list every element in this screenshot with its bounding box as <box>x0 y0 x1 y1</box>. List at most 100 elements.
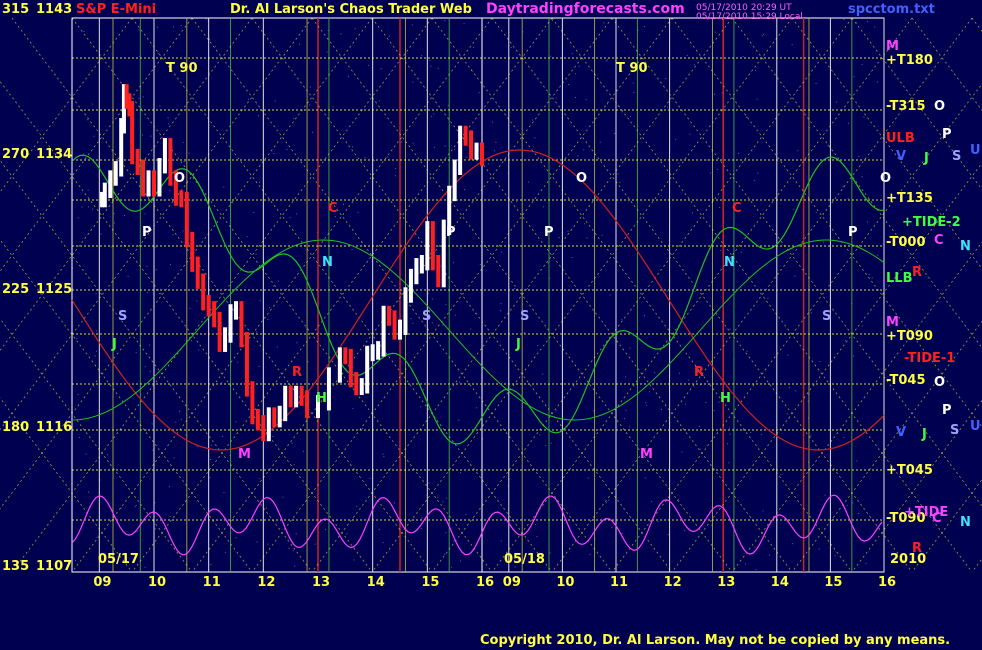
star-dot <box>742 56 744 58</box>
annot-m-2: M <box>640 447 653 462</box>
price-bar <box>113 161 118 186</box>
star-dot <box>442 501 444 503</box>
star-dot <box>527 287 529 289</box>
star-dot <box>135 352 137 354</box>
star-dot <box>465 156 467 158</box>
star-dot <box>107 454 109 456</box>
field-n-top: N <box>960 239 971 254</box>
star-dot <box>267 543 269 545</box>
star-dot <box>295 533 297 535</box>
star-dot <box>340 33 342 35</box>
star-dot <box>429 59 431 61</box>
price-bar <box>365 345 370 394</box>
star-dot <box>852 355 854 357</box>
star-dot <box>868 273 870 275</box>
star-dot <box>77 394 79 396</box>
y-price-1125: 1125 <box>36 282 72 297</box>
y-label-225: 225 <box>2 282 29 297</box>
star-dot <box>608 499 610 501</box>
star-dot <box>761 35 763 37</box>
clock-label-t045-minus: -T045 <box>886 373 926 388</box>
star-dot <box>309 104 311 106</box>
star-dot <box>555 97 557 99</box>
star-dot <box>568 83 570 85</box>
star-dot <box>309 86 311 88</box>
star-dot <box>791 44 793 46</box>
star-dot <box>273 285 275 287</box>
star-dot <box>205 18 207 20</box>
price-bar <box>184 191 189 248</box>
star-dot <box>486 247 488 249</box>
star-dot <box>549 552 551 554</box>
star-dot <box>388 35 390 37</box>
star-dot <box>411 24 413 26</box>
star-dot <box>500 302 502 304</box>
star-dot <box>815 211 817 213</box>
label-m-mid: M <box>886 315 899 330</box>
star-dot <box>431 322 433 324</box>
star-dot <box>188 152 190 154</box>
star-dot <box>827 144 829 146</box>
star-dot <box>586 237 588 239</box>
star-dot <box>705 401 707 403</box>
star-dot <box>578 65 580 67</box>
star-dot <box>619 181 621 183</box>
planet-u-bottom: U <box>970 419 981 434</box>
star-dot <box>127 275 129 277</box>
star-dot <box>742 429 744 431</box>
star-dot <box>155 269 157 271</box>
star-dot <box>460 247 462 249</box>
star-dot <box>686 54 688 56</box>
star-dot <box>651 501 653 503</box>
star-dot <box>286 149 288 151</box>
star-dot <box>421 517 423 519</box>
star-dot <box>172 26 174 28</box>
star-dot <box>644 26 646 28</box>
star-dot <box>876 81 878 83</box>
star-dot <box>728 462 730 464</box>
star-dot <box>168 486 170 488</box>
star-dot <box>124 215 126 217</box>
star-dot <box>479 263 481 265</box>
star-dot <box>500 251 502 253</box>
star-dot <box>567 230 569 232</box>
y-price-1134: 1134 <box>36 147 72 162</box>
star-dot <box>357 211 359 213</box>
star-dot <box>159 105 161 107</box>
annot-r-2: R <box>694 365 704 380</box>
star-dot <box>78 436 80 438</box>
x-tick-label: 14 <box>367 575 385 590</box>
star-dot <box>338 300 340 302</box>
price-bar <box>206 295 211 317</box>
star-dot <box>454 148 456 150</box>
site-url[interactable]: Daytradingforecasts.com <box>486 1 685 17</box>
star-dot <box>95 293 97 295</box>
star-dot <box>247 98 249 100</box>
planet-s-top: S <box>952 149 961 164</box>
clock-label-t180: +T180 <box>886 53 933 68</box>
x-tick-label: 12 <box>664 575 682 590</box>
star-dot <box>599 141 601 143</box>
star-dot <box>665 78 667 80</box>
star-dot <box>430 65 432 67</box>
star-dot <box>95 330 97 332</box>
star-dot <box>605 502 607 504</box>
planet-u-top: U <box>970 143 981 158</box>
star-dot <box>852 502 854 504</box>
price-bar <box>392 310 397 340</box>
star-dot <box>92 208 94 210</box>
star-dot <box>527 181 529 183</box>
price-bar <box>480 142 484 166</box>
star-dot <box>755 569 757 571</box>
star-dot <box>834 555 836 557</box>
price-bar <box>272 407 277 428</box>
star-dot <box>819 361 821 363</box>
star-dot <box>721 92 723 94</box>
star-dot <box>754 546 756 548</box>
star-dot <box>555 410 557 412</box>
star-dot <box>412 142 414 144</box>
annot-c-1: C <box>328 201 338 216</box>
price-bar <box>261 415 266 442</box>
star-dot <box>146 265 148 267</box>
star-dot <box>421 55 423 57</box>
